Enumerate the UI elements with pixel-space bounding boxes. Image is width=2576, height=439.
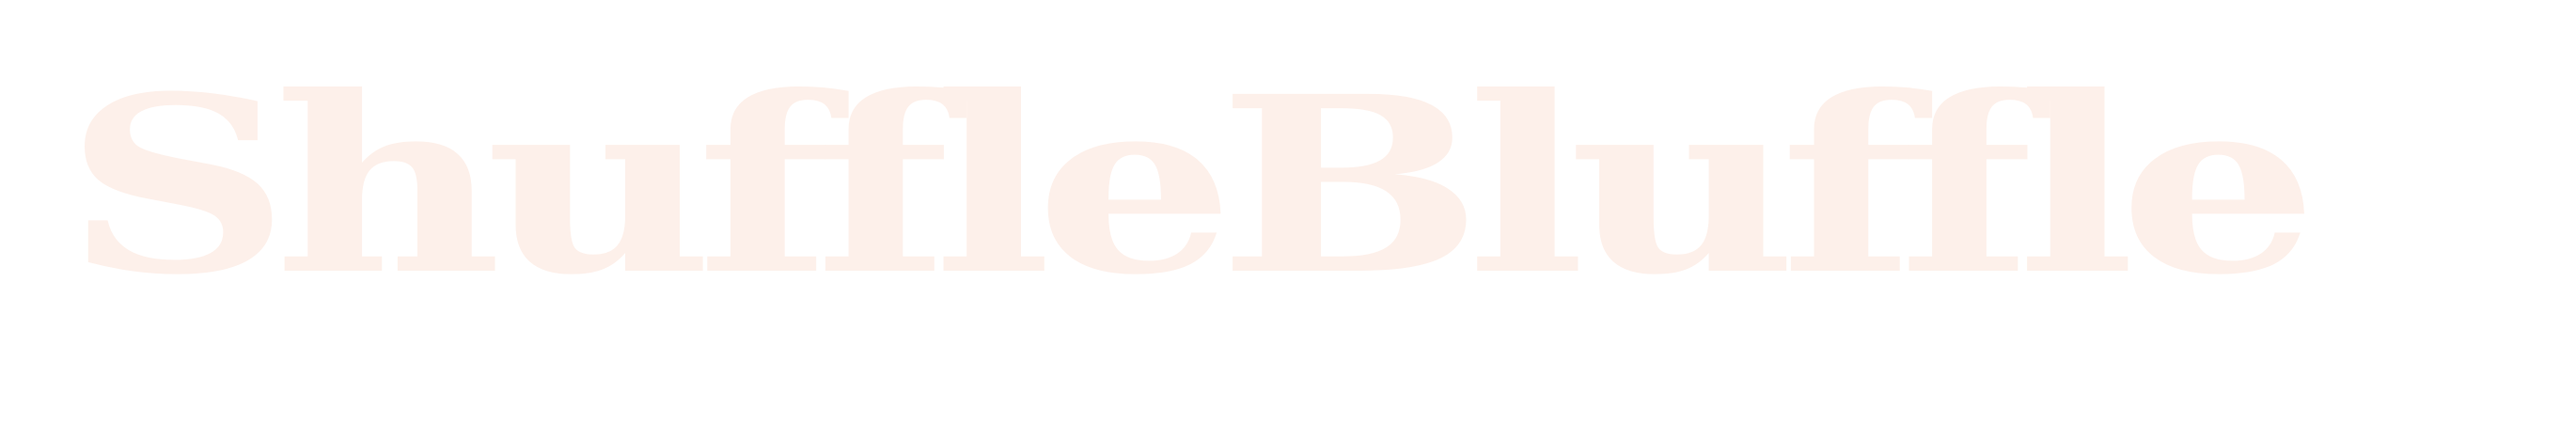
wordmark-text: ShuffleBluffle	[64, 43, 2305, 328]
wordmark-logo: ShuffleBluffle	[64, 43, 2318, 337]
wordmark-graphic: ShuffleBluffle	[64, 43, 2318, 328]
canvas: ShuffleBluffle	[0, 0, 2576, 439]
